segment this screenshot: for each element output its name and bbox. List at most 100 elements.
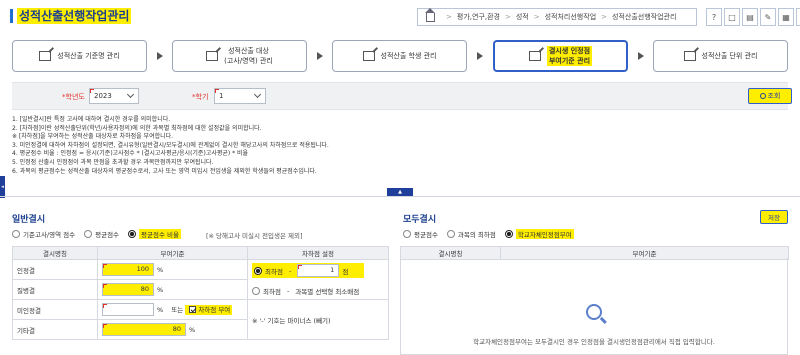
step-arrow-icon [157,52,163,60]
comment-icon[interactable]: □ [724,8,740,26]
breadcrumb-item[interactable]: 성적 [516,12,529,22]
search-button[interactable]: 조회 [748,88,792,104]
lowpoint-option-2: 최하점 - 과목별 선택형 최소배점 [252,286,388,296]
step-label: 성적산출 단위 관리 [701,52,758,60]
lowpoint-checkbox[interactable] [189,306,197,313]
header-toolbar: ? □ ▤ ✎ ▦ ☆ [706,8,800,26]
step-label: 성적산출 대상 (고사/영역) 관리 [224,47,273,65]
radio-lowpoint-min[interactable] [252,287,260,295]
chevron-down-icon [126,90,135,99]
table-row: 미인정결 % 또는 차하점 부여 ※ '-' 기호는 마이너스 (빼기) [12,299,389,340]
column-header: 결시명칭 [12,246,98,260]
note-line: 1. [일반결시]란 특정 고사에 대하여 결시한 경우를 의미합니다. [12,116,171,123]
edit-document-icon [683,51,696,61]
side-expand-icon[interactable]: ◂ [0,176,5,198]
step-arrow-icon [638,52,644,60]
required-mark: *학기 [192,93,209,101]
lowpoint-cell: 최하점 - 1 점 최하점 - 과목별 선택형 최소배점 [247,259,389,300]
minus-sign: - [288,266,292,275]
step-target-exam[interactable]: 성적산출 대상 (고사/영역) 관리 [172,40,307,72]
term-value: 1 [219,92,224,100]
divider [0,196,800,197]
step-arrow-icon [477,52,483,60]
step-label: 성적산출 기준명 관리 [57,52,120,60]
absence-name: 인정결 [12,259,98,280]
radio-label: 기준고사/영역 점수 [23,231,76,239]
breadcrumb-item[interactable]: 성적처리선행작업 [545,12,597,22]
lowpoint-input[interactable]: 1 [297,264,340,277]
step-label: 결시생 인정점 부여기준 관리 [546,46,593,66]
radio-lowpoint[interactable] [254,266,262,275]
min-score-label: 과목별 선택형 최소배점 [295,288,360,296]
calendar-icon[interactable]: ▦ [778,8,794,26]
save-button[interactable]: 저장 [760,210,788,224]
radio-label: 평균점수 비율 [139,229,181,239]
help-icon[interactable]: ? [706,8,722,26]
document-icon[interactable]: ▤ [742,8,758,26]
percent-input[interactable]: 80 [102,323,186,336]
note-line: ※ [차하점]을 부여하는 성적산출 대상자로 차하점을 부여합니다. [12,133,174,141]
year-value: 2023 [94,92,112,100]
unit-label: 점 [342,267,349,276]
note-line: 5. 인정점 산출시 인정점이 과목 만점을 초과할 경우 과목만점까지만 부여… [12,158,214,166]
criteria-cell: 100% [97,259,248,280]
percent-input[interactable]: 80 [102,283,154,296]
general-absence-title: 일반결시 [12,215,46,225]
note-line: 4. 평균점수 비율 : 인정점 = 응시(기준)고사점수 * (결시고사평균/… [12,150,249,158]
empty-message: 학교자체인정점부여는 모두결시인 경우 인정점을 결시생인정점관리에서 직접 입… [473,338,715,346]
lowpoint-option-1: 최하점 - 1 점 [252,263,364,278]
unit-label: % [189,325,196,334]
radio-base-score[interactable] [12,230,20,238]
step-unit[interactable]: 성적산출 단위 관리 [653,40,788,72]
term-select[interactable]: 1 [214,88,266,104]
term-label: *학기 [192,92,208,102]
unit-label: % [157,305,164,314]
year-select[interactable]: 2023 [89,88,139,104]
step-criteria-name[interactable]: 성적산출 기준명 관리 [12,40,147,72]
breadcrumb-separator: > [446,13,452,21]
breadcrumb-item[interactable]: 평가,연구,환경 [457,12,500,22]
process-steps: 성적산출 기준명 관리 성적산출 대상 (고사/영역) 관리 성적산출 학생 관… [12,40,788,74]
minus-footnote: ※ '-' 기호는 마이너스 (빼기) [252,316,331,325]
radio-label: 학교자체인정점부여 [515,229,574,239]
title-accent-bar [10,9,13,23]
all-absence-title: 모두결시 [403,215,437,225]
radio-average[interactable] [403,230,411,238]
radio-label: 평균점수 [414,231,438,239]
breadcrumb-separator: > [533,13,540,21]
page-title: 성적산출선행작업관리 [17,8,132,24]
step-absentee-criteria[interactable]: 결시생 인정점 부여기준 관리 [493,40,628,72]
note-line: 2. [차하점]이란 성적산출단위(학년/사용자정의)에 의한 과목별 최하점에… [12,124,262,132]
edit-document-icon [362,51,375,61]
chevron-down-icon [253,90,262,99]
percent-input[interactable] [102,303,154,316]
absence-name: 질병결 [12,279,98,300]
percent-input[interactable]: 100 [102,263,154,276]
notes-section: 1. [일반결시]란 특정 고사에 대하여 결시한 경우를 의미합니다. 2. … [12,116,788,186]
radio-label: 최하점 [265,267,283,276]
search-button-label: 조회 [767,92,781,100]
home-icon[interactable] [425,7,435,22]
criteria-cell: 80% [97,319,248,340]
radio-subject-lowest[interactable] [446,230,455,238]
edit-document-icon [528,51,541,61]
radio-average-ratio[interactable] [128,230,137,238]
column-header: 차하점 설정 [247,246,389,260]
tools-icon[interactable]: ✎ [760,8,776,26]
breadcrumb-separator: > [504,13,511,21]
radio-school-score[interactable] [504,230,513,238]
breadcrumb-item[interactable]: 성적산출선행작업관리 [612,12,676,22]
unit-label: % [157,285,164,294]
lowpoint-checkbox-wrap: 차하점 부여 [185,304,233,315]
star-icon[interactable]: ☆ [796,8,800,26]
radio-label: 과목의 최하점 [457,231,496,239]
step-arrow-icon [317,52,323,60]
criteria-cell: % 또는 차하점 부여 [97,299,248,320]
collapse-up-icon[interactable]: ▲ [387,188,413,196]
magnifier-icon [759,93,766,99]
or-label: 또는 [171,305,184,314]
radio-average[interactable] [84,230,93,238]
table-row: 인정결 100% 최하점 - 1 점 최하점 - 과목별 선택형 최소배점 [12,259,389,300]
step-label: 성적산출 학생 관리 [380,52,437,60]
step-target-student[interactable]: 성적산출 학생 관리 [332,40,467,72]
